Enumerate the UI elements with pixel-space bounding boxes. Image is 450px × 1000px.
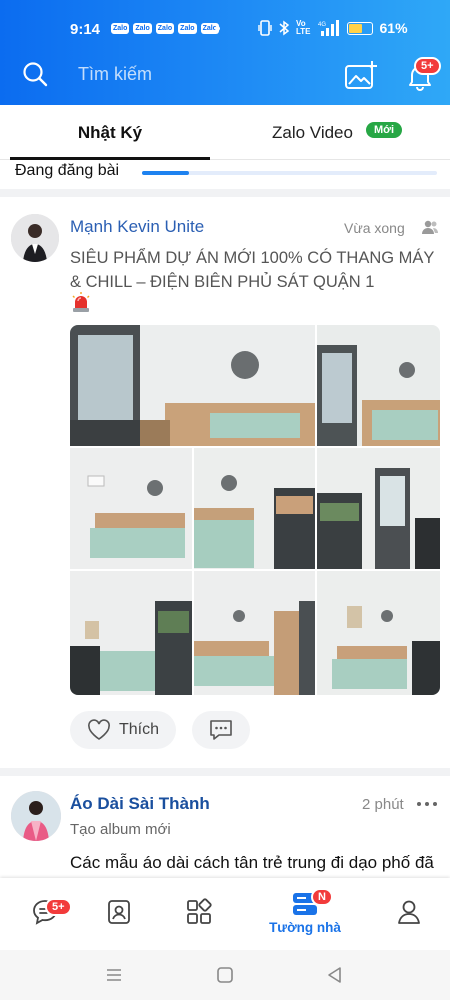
network-type: 4G [318, 22, 326, 28]
active-tab-indicator [10, 157, 210, 160]
photo[interactable] [70, 571, 192, 695]
add-photo-icon[interactable] [344, 60, 378, 90]
timeline-badge: N [311, 888, 333, 906]
contacts-icon [108, 900, 130, 924]
photo[interactable] [317, 448, 440, 569]
posting-progress-bar [142, 171, 437, 175]
zalo-notification-icon: Zalo [178, 23, 197, 34]
notification-icons: Zalo Zalo Zalo Zalo Zalo [111, 23, 219, 34]
profile-icon [398, 900, 420, 924]
photo[interactable] [70, 448, 192, 569]
nav-discover[interactable] [154, 878, 244, 950]
like-label: Thích [118, 721, 159, 738]
home-icon[interactable] [215, 965, 235, 985]
apps-grid-icon [187, 898, 212, 924]
battery-percent: 61% [379, 20, 408, 36]
divider [0, 189, 450, 197]
tab-diary[interactable]: Nhật Ký [10, 105, 210, 160]
new-badge: Mới [366, 122, 403, 138]
comment-icon [210, 720, 232, 740]
signal-icon: 4G [318, 20, 339, 36]
posting-progress-fill [142, 171, 190, 175]
nav-contacts[interactable] [74, 878, 164, 950]
photo[interactable] [194, 448, 315, 569]
nav-timeline-label: Tường nhà [269, 920, 341, 935]
avatar[interactable] [11, 791, 61, 841]
post-author[interactable]: Áo Dài Sài Thành [70, 794, 210, 814]
nav-timeline[interactable]: N Tường nhà [260, 878, 350, 950]
more-notifications-dot [215, 26, 220, 31]
photo[interactable] [194, 571, 315, 695]
search-input[interactable]: Tìm kiếm [78, 64, 152, 85]
back-icon[interactable] [325, 965, 345, 985]
volte-indicator: Vo LTE [296, 19, 311, 36]
nav-profile[interactable] [364, 878, 450, 950]
system-navigation-bar [0, 950, 450, 1000]
more-options-icon[interactable] [416, 799, 438, 809]
post-time: Vừa xong [344, 220, 405, 236]
battery-icon [346, 21, 373, 35]
comment-button[interactable] [192, 711, 250, 749]
tab-zalo-video[interactable]: Zalo Video [272, 105, 353, 160]
post-time: 2 phút [362, 796, 404, 813]
recent-apps-icon[interactable] [104, 965, 124, 985]
friends-icon [422, 220, 438, 234]
posting-status: Đang đăng bài [15, 162, 120, 179]
battery-fill [348, 23, 362, 33]
heart-icon [88, 719, 110, 740]
notification-badge: 5+ [414, 57, 441, 75]
messages-badge: 5+ [45, 898, 72, 916]
siren-icon [72, 292, 90, 312]
status-bar: 9:14 Zalo Zalo Zalo Zalo Zalo Vo LTE 4G … [0, 0, 450, 58]
post-subtitle: Tạo album mới [70, 821, 171, 838]
post-text: SIÊU PHẨM DỰ ÁN MỚI 100% CÓ THANG MÁY & … [70, 249, 435, 291]
zalo-notification-icon: Zalo [133, 23, 152, 34]
photo[interactable] [317, 571, 440, 695]
zalo-notification-icon: Zalo [111, 23, 130, 34]
bottom-nav: 5+ N Tường nhà [0, 878, 450, 950]
photo[interactable] [317, 325, 440, 446]
avatar[interactable] [11, 214, 59, 262]
vibrate-icon [258, 20, 272, 36]
photo[interactable] [70, 325, 315, 446]
photo-grid [70, 325, 440, 695]
status-icons: Vo LTE 4G 61% [258, 20, 408, 36]
app-header: 9:14 Zalo Zalo Zalo Zalo Zalo Vo LTE 4G … [0, 0, 450, 105]
like-button[interactable]: Thích [70, 711, 176, 749]
divider [0, 768, 450, 776]
search-icon[interactable] [22, 61, 48, 87]
status-time: 9:14 [70, 21, 101, 38]
bluetooth-icon [279, 20, 289, 36]
zalo-notification-icon: Zalo [155, 23, 175, 34]
post-author[interactable]: Mạnh Kevin Unite [70, 217, 204, 237]
